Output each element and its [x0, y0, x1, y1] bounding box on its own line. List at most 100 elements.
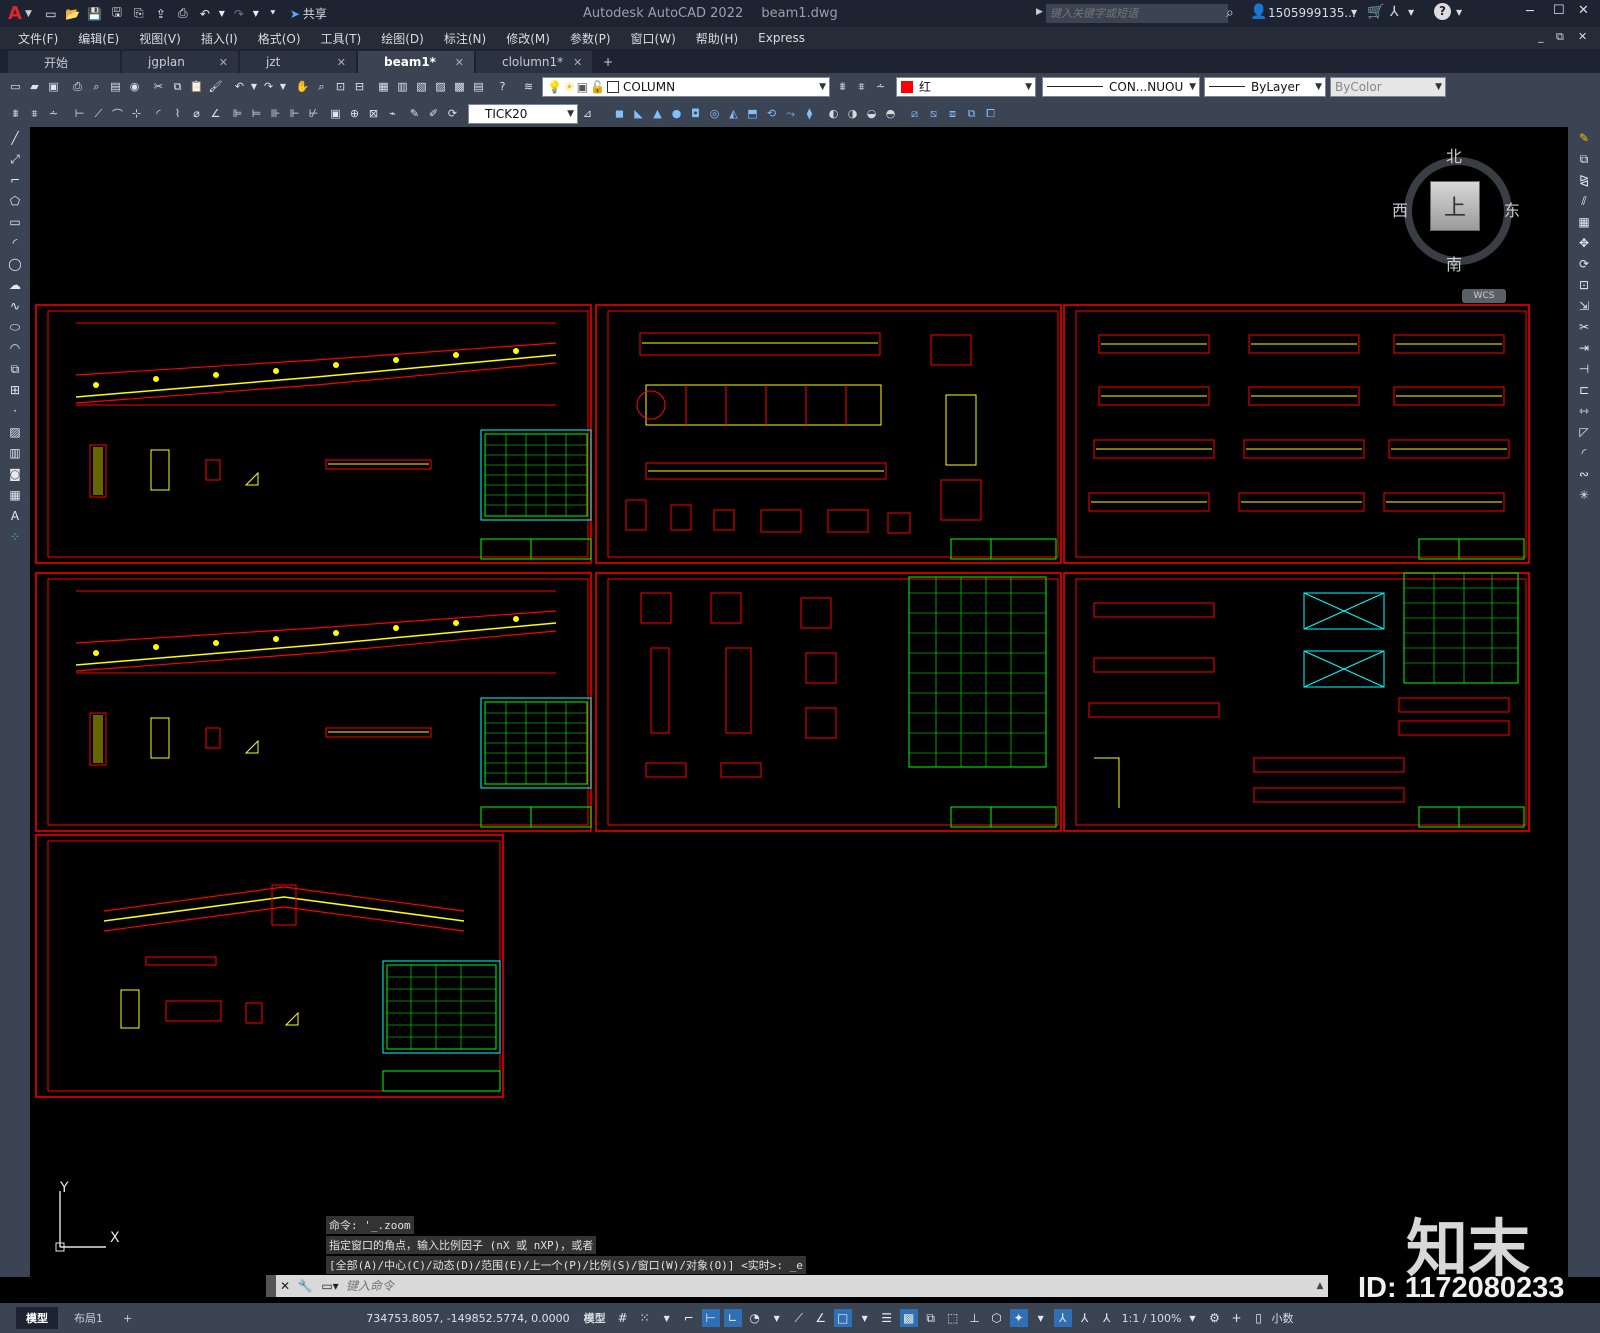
command-grip-icon[interactable]: [266, 1275, 276, 1297]
fillet-icon[interactable]: ◜: [1574, 446, 1594, 463]
union-icon[interactable]: ◐: [825, 105, 842, 122]
aligned-dimension-icon[interactable]: ⟋: [90, 105, 107, 122]
doc-close-button[interactable]: ✕: [1578, 30, 1587, 43]
ordinate-dimension-icon[interactable]: ⊹: [128, 105, 145, 122]
insert-block-icon[interactable]: ⧉: [5, 362, 25, 379]
menu-parameter[interactable]: 参数(P): [560, 30, 621, 47]
make-current-layer-icon[interactable]: ⩩: [834, 78, 851, 95]
thicken-icon[interactable]: ⧈: [944, 105, 961, 122]
move-icon[interactable]: ✥: [1574, 236, 1594, 253]
arc-icon[interactable]: ◜: [5, 236, 25, 253]
a360-dropdown-icon[interactable]: ▼: [1408, 8, 1414, 17]
save-icon[interactable]: 💾: [86, 5, 104, 23]
slice-icon[interactable]: ⧄: [906, 105, 923, 122]
sheet-set-icon[interactable]: ▨: [432, 78, 449, 95]
solid-wedge-icon[interactable]: ◣: [630, 105, 647, 122]
explode-icon[interactable]: ✳: [1574, 488, 1594, 505]
properties-icon[interactable]: ▦: [375, 78, 392, 95]
offset-icon[interactable]: ⫽: [1574, 194, 1594, 211]
zoom-window-icon[interactable]: ⊡: [332, 78, 349, 95]
solid-pyramid-icon[interactable]: ◭: [725, 105, 742, 122]
array-icon[interactable]: ▦: [1574, 215, 1594, 232]
isometric-icon[interactable]: ⟋: [790, 1309, 808, 1327]
cut-icon[interactable]: ✂: [150, 78, 167, 95]
redo-dropdown-icon[interactable]: ▼: [252, 5, 260, 23]
selection-filter-icon[interactable]: ⬡: [988, 1309, 1006, 1327]
publish-icon[interactable]: ▤: [107, 78, 124, 95]
quickcalc-icon[interactable]: ▤: [470, 78, 487, 95]
construction-line-icon[interactable]: ⤢: [5, 152, 25, 169]
menu-dimension[interactable]: 标注(N): [434, 30, 496, 47]
compass-south[interactable]: 南: [1446, 251, 1462, 275]
user-icon[interactable]: 👤: [1250, 4, 1267, 20]
intersect-icon[interactable]: ◒: [863, 105, 880, 122]
sweep-icon[interactable]: ⤳: [782, 105, 799, 122]
break-icon[interactable]: ⊏: [1574, 383, 1594, 400]
3d-align-icon[interactable]: ⧠: [982, 105, 999, 122]
hatch-icon[interactable]: ▨: [5, 425, 25, 442]
linetype-dropdown[interactable]: CON...NUOU ▼: [1042, 76, 1200, 97]
layer-make-current-icon[interactable]: ⩩: [7, 105, 24, 122]
gizmo-dropdown-icon[interactable]: ▼: [1032, 1309, 1050, 1327]
paste-icon[interactable]: 📋: [188, 78, 205, 95]
plot-icon[interactable]: ⎙: [69, 78, 86, 95]
menu-draw[interactable]: 绘图(D): [371, 30, 434, 47]
arc-length-icon[interactable]: ⌒: [109, 105, 126, 122]
radius-dimension-icon[interactable]: ◜: [150, 105, 167, 122]
menu-tools[interactable]: 工具(T): [311, 30, 372, 47]
tab-model[interactable]: 模型: [16, 1307, 58, 1329]
snap-dropdown-icon[interactable]: ▼: [658, 1309, 676, 1327]
user-name[interactable]: 1505999135...: [1268, 6, 1356, 20]
snap-icon[interactable]: ⁙: [636, 1309, 654, 1327]
new-tab-button[interactable]: +: [594, 51, 622, 73]
chamfer-icon[interactable]: ◸: [1574, 425, 1594, 442]
menu-express[interactable]: Express: [748, 31, 815, 45]
gizmo-icon[interactable]: ✦: [1009, 1309, 1028, 1327]
quick-dimension-icon[interactable]: ⊫: [229, 105, 246, 122]
dynamic-input-icon[interactable]: ⊢: [701, 1309, 720, 1327]
object-snap-icon[interactable]: □: [833, 1309, 852, 1327]
zoom-realtime-icon[interactable]: ⌕: [313, 78, 330, 95]
close-icon[interactable]: ✕: [219, 56, 228, 69]
app-logo[interactable]: A: [8, 3, 22, 24]
region-icon[interactable]: ◙: [5, 467, 25, 484]
object-snap-tracking-icon[interactable]: ∠: [812, 1309, 830, 1327]
rectangle-icon[interactable]: ▭: [5, 215, 25, 232]
dimension-break-icon[interactable]: ⊬: [305, 105, 322, 122]
auto-scale-icon[interactable]: ⅄: [1076, 1309, 1094, 1327]
dimension-space-icon[interactable]: ⊩: [286, 105, 303, 122]
menu-insert[interactable]: 插入(I): [191, 30, 248, 47]
drawing-canvas[interactable]: 上 北 南 东 西 WCS Y X: [30, 127, 1568, 1277]
menu-edit[interactable]: 编辑(E): [68, 30, 129, 47]
layer-dropdown[interactable]: 💡 ☀ ▣ 🔓 COLUMN ▼: [542, 76, 830, 97]
units-value[interactable]: 小数: [1272, 1310, 1294, 1326]
undo-icon[interactable]: ↶: [231, 78, 248, 95]
add-selected-icon[interactable]: ⁘: [5, 530, 25, 547]
command-scroll-icon[interactable]: ▲: [1312, 1281, 1328, 1291]
layer-properties-icon[interactable]: ≋: [520, 78, 537, 95]
close-command-icon[interactable]: ✕: [276, 1279, 294, 1293]
make-block-icon[interactable]: ⊞: [5, 383, 25, 400]
solid-torus-icon[interactable]: ◎: [706, 105, 723, 122]
3d-osnap-icon[interactable]: ⬚: [944, 1309, 962, 1327]
units-icon[interactable]: ▯: [1250, 1309, 1268, 1327]
autodesk-a360-icon[interactable]: ⅄: [1390, 4, 1399, 20]
cart-icon[interactable]: 🛒: [1367, 4, 1384, 20]
save-icon[interactable]: ▣: [45, 78, 62, 95]
compass-east[interactable]: 东: [1504, 197, 1520, 221]
transparency-icon[interactable]: ▩: [899, 1309, 918, 1327]
close-icon[interactable]: ✕: [337, 56, 346, 69]
annotation-visibility-icon[interactable]: ⅄: [1053, 1309, 1072, 1327]
tab-clolumn1[interactable]: clolumn1* ✕: [476, 51, 592, 73]
infer-constraints-icon[interactable]: ⌐: [680, 1309, 698, 1327]
workspace-gear-icon[interactable]: ⚙: [1206, 1309, 1224, 1327]
rotate-icon[interactable]: ⟳: [1574, 257, 1594, 274]
layer-previous-icon[interactable]: ⩨: [853, 78, 870, 95]
object-snap-dropdown-icon[interactable]: ▼: [856, 1309, 874, 1327]
search-icon[interactable]: ⌕: [1226, 5, 1234, 21]
close-icon[interactable]: ✕: [455, 56, 464, 69]
scale-dropdown-icon[interactable]: ▼: [1184, 1309, 1202, 1327]
maximize-button[interactable]: ☐: [1553, 3, 1565, 18]
gradient-icon[interactable]: ▥: [5, 446, 25, 463]
tab-jgplan[interactable]: jgplan ✕: [122, 51, 238, 73]
